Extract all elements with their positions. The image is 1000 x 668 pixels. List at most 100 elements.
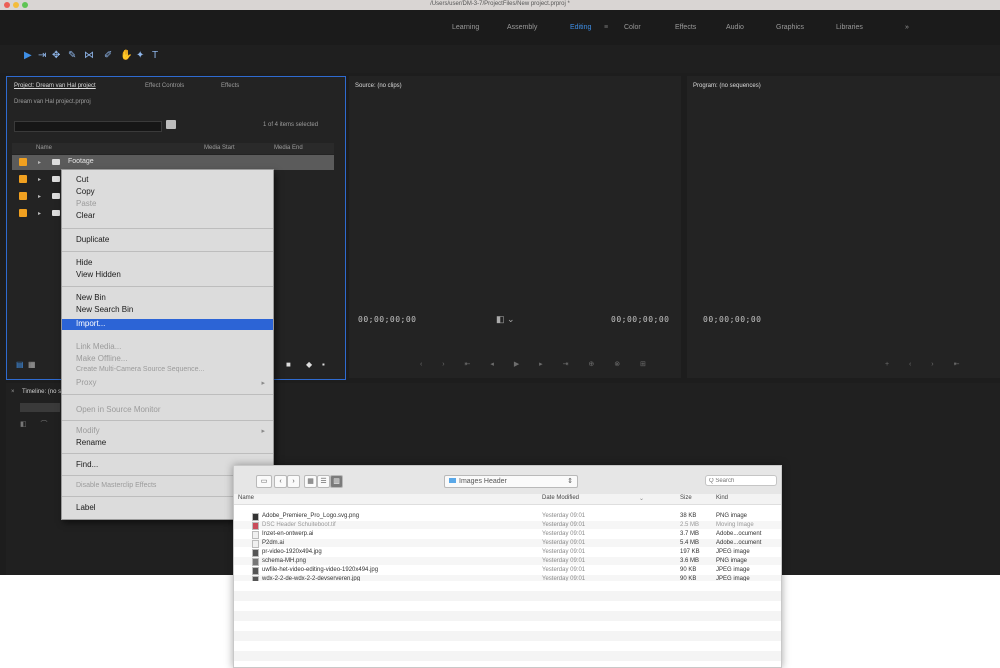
list-view-button[interactable]: ☰ [317, 475, 330, 488]
column-kind[interactable]: Kind [716, 495, 728, 501]
trash-icon[interactable]: ▪ [322, 360, 325, 369]
forward-button[interactable]: › [287, 475, 300, 488]
file-kind: JPEG image [716, 549, 750, 555]
workspace-learning[interactable]: Learning [452, 24, 479, 31]
program-timecode[interactable]: 00;00;00;00 [703, 315, 761, 324]
menu-item-hide[interactable]: Hide [76, 258, 92, 267]
list-view-icon[interactable]: ▤ [16, 360, 24, 369]
menu-item-cut[interactable]: Cut [76, 175, 88, 184]
workspace-overflow-icon[interactable]: » [905, 24, 909, 31]
type-tool-icon[interactable]: T [152, 50, 158, 61]
workspace-menu-icon[interactable]: ≡ [604, 24, 608, 31]
file-size: 3.6 MB [680, 558, 700, 564]
menu-item-link-media[interactable]: Link Media... [76, 342, 121, 351]
file-row[interactable]: pr-video-1920x494.jpg Yesterday 09:01 197 … [234, 548, 781, 557]
menu-item-import[interactable]: Import... [76, 319, 105, 328]
menu-separator [62, 286, 273, 287]
file-kind: PNG image [716, 513, 748, 519]
program-monitor [687, 76, 1000, 378]
tab-effects[interactable]: Effects [221, 83, 239, 89]
program-monitor-title[interactable]: Program: (no sequences) [693, 83, 761, 89]
dialog-search-input[interactable] [705, 475, 777, 486]
workspace-libraries[interactable]: Libraries [836, 24, 863, 31]
source-timecode-left[interactable]: 00;00;00;00 [358, 315, 416, 324]
bin-row[interactable]: ▸ Footage [12, 155, 334, 170]
new-bin-icon[interactable]: ■ [286, 360, 291, 369]
workspace-effects[interactable]: Effects [675, 24, 696, 31]
location-dropdown[interactable]: Images Header ⇕ [444, 475, 578, 488]
menu-item-open-in-source[interactable]: Open in Source Monitor [76, 405, 161, 414]
workspace-audio[interactable]: Audio [726, 24, 744, 31]
file-icon [252, 522, 259, 530]
chevron-right-icon[interactable]: ▸ [38, 176, 41, 183]
slip-tool-icon[interactable]: ⋈ [84, 50, 94, 61]
column-view-button[interactable]: ▥ [330, 475, 343, 488]
file-date: Yesterday 09:01 [542, 558, 586, 564]
menu-item-modify[interactable]: Modify [76, 426, 100, 435]
menu-item-view-hidden[interactable]: View Hidden [76, 270, 121, 279]
zoom-tool-icon[interactable]: ✦ [136, 50, 144, 61]
menu-item-find[interactable]: Find... [76, 460, 98, 469]
menu-item-new-search-bin[interactable]: New Search Bin [76, 305, 133, 314]
column-size[interactable]: Size [680, 495, 692, 501]
icon-view-icon[interactable]: ▦ [28, 360, 36, 369]
file-name: schema-MH.png [262, 558, 307, 564]
menu-item-rename[interactable]: Rename [76, 438, 106, 447]
file-icon [252, 549, 259, 557]
menu-item-duplicate[interactable]: Duplicate [76, 235, 109, 244]
back-button[interactable]: ‹ [274, 475, 287, 488]
zoom-dropdown-icon[interactable]: ◧ ⌄ [496, 314, 515, 325]
tab-effect-controls[interactable]: Effect Controls [145, 83, 184, 89]
new-item-icon[interactable]: ◆ [306, 360, 312, 369]
razor-tool-icon[interactable]: ✎ [68, 50, 76, 61]
menu-item-make-offline[interactable]: Make Offline... [76, 354, 127, 363]
file-kind: Adobe...ocument [716, 531, 762, 537]
source-transport-controls[interactable]: ‹ › ⇤ ◂ ▶ ▸ ⇥ ⊕ ⊗ ⊞ [420, 360, 655, 368]
menu-item-paste[interactable]: Paste [76, 199, 96, 208]
program-transport-controls[interactable]: + ‹ › ⇤ [885, 360, 968, 368]
icon-view-button[interactable]: ▦ [304, 475, 317, 488]
ripple-edit-tool-icon[interactable]: ✥ [52, 50, 60, 61]
chevron-right-icon[interactable]: ▸ [38, 210, 41, 217]
chevron-right-icon[interactable]: ▸ [38, 193, 41, 200]
file-row[interactable]: DSC Header Schuiteboot.tif Yesterday 09:0… [234, 521, 781, 530]
project-search-input[interactable] [14, 121, 162, 132]
timeline-timecode-field[interactable] [20, 403, 60, 412]
workspace-color[interactable]: Color [624, 24, 641, 31]
file-row[interactable]: schema-MH.png Yesterday 09:01 3.6 MB PNG im… [234, 557, 781, 566]
sidebar-toggle-icon[interactable]: ▭ [256, 475, 272, 488]
column-date-modified[interactable]: Date Modified [542, 495, 579, 501]
menu-item-create-multicam[interactable]: Create Multi-Camera Source Sequence... [76, 366, 204, 373]
file-size: 197 KB [680, 549, 700, 555]
menu-item-disable-masterclip-effects[interactable]: Disable Masterclip Effects [76, 482, 156, 489]
file-icon [252, 558, 259, 566]
menu-item-clear[interactable]: Clear [76, 211, 95, 220]
hand-tool-icon[interactable]: ✋ [120, 50, 132, 61]
column-media-end[interactable]: Media End [274, 145, 303, 151]
close-tab-icon[interactable]: × [11, 389, 15, 395]
column-name[interactable]: Name [36, 145, 52, 151]
file-row[interactable]: Adobe_Premiere_Pro_Logo.svg.png Yesterday… [234, 512, 781, 521]
chevron-right-icon[interactable]: ▸ [38, 159, 41, 166]
workspace-assembly[interactable]: Assembly [507, 24, 537, 31]
tab-project[interactable]: Project: Dream van Hal project [14, 83, 96, 89]
file-row[interactable]: Inzet-en-ontwerp.ai Yesterday 09:01 3.7 MB… [234, 530, 781, 539]
column-name[interactable]: Name [238, 495, 254, 501]
source-monitor-title[interactable]: Source: (no clips) [355, 83, 402, 89]
pen-tool-icon[interactable]: ✐ [104, 50, 112, 61]
file-size: 3.7 MB [680, 531, 700, 537]
file-row[interactable]: P2dm.ai Yesterday 09:01 5.4 MB Adobe...ocum… [234, 539, 781, 548]
workspace-bar: Learning Assembly Editing ≡ Color Effect… [0, 10, 1000, 45]
workspace-editing[interactable]: Editing [570, 24, 591, 31]
track-select-tool-icon[interactable]: ⇥ [38, 50, 46, 61]
column-media-start[interactable]: Media Start [204, 145, 235, 151]
menu-item-new-bin[interactable]: New Bin [76, 293, 106, 302]
menu-item-proxy[interactable]: Proxy [76, 378, 96, 387]
new-search-bin-icon[interactable] [166, 120, 176, 129]
menu-item-label[interactable]: Label [76, 503, 96, 512]
selection-tool-icon[interactable]: ▶ [24, 50, 32, 61]
workspace-graphics[interactable]: Graphics [776, 24, 804, 31]
file-row[interactable]: uwfile-het-video-editing-video-1920x494.… [234, 566, 781, 575]
bin-icon [52, 159, 60, 165]
menu-item-copy[interactable]: Copy [76, 187, 95, 196]
